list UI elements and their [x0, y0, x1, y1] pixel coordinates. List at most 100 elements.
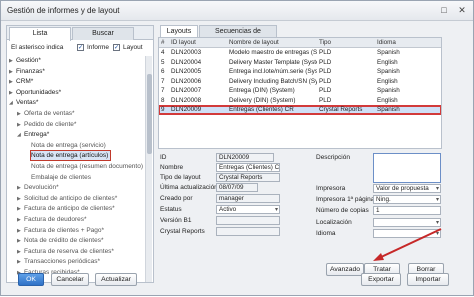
localization-dropdown[interactable] — [373, 218, 441, 227]
column-header[interactable]: # — [161, 38, 165, 48]
collapsed-arrow-icon[interactable]: ▶ — [17, 184, 24, 193]
tree-leaf-item[interactable]: Embalaje de clientes — [31, 173, 91, 182]
column-header[interactable]: Nombre de layout — [229, 38, 279, 48]
tree-folder-item[interactable]: ◢ Entrega* — [17, 130, 49, 139]
table-cell: Spanish — [377, 68, 400, 75]
tree-folder-item[interactable]: ▶ Pedido de cliente* — [17, 120, 76, 129]
tree-leaf-item[interactable]: Nota de entrega (servicio) — [31, 141, 106, 150]
tree-item-label: Gestión* — [16, 57, 41, 64]
report-tree-panel: Lista Buscar El asterisco indica ✓ Infor… — [6, 25, 154, 283]
tree-folder-item[interactable]: ▶ Factura de clientes + Pago* — [17, 226, 104, 235]
title-bar: Gestión de informes y de layout □ ✕ — [1, 1, 473, 21]
created-by-field: manager — [216, 194, 280, 203]
table-cell: Spanish — [377, 106, 400, 113]
table-row[interactable]: 5 DLN20004 Delivery Master Template (Syste… — [159, 59, 441, 67]
close-icon[interactable]: ✕ — [455, 4, 469, 17]
tab-lista[interactable]: Lista — [9, 27, 71, 41]
name-label: Nombre — [160, 164, 184, 171]
collapsed-arrow-icon[interactable]: ▶ — [17, 195, 24, 204]
tab-buscar[interactable]: Buscar — [72, 27, 134, 40]
collapsed-arrow-icon[interactable]: ▶ — [17, 110, 24, 119]
collapsed-arrow-icon[interactable]: ▶ — [17, 248, 24, 257]
collapsed-arrow-icon[interactable]: ▶ — [17, 258, 24, 267]
copies-label: Número de copias — [316, 207, 369, 214]
tree-folder-item[interactable]: ▶ Gestión* — [9, 56, 41, 65]
collapsed-arrow-icon[interactable]: ▶ — [17, 227, 24, 236]
first-page-printer-label: Impresora 1ª página — [316, 196, 375, 203]
first-page-printer-dropdown[interactable]: Ning. — [373, 195, 441, 204]
table-row[interactable]: 4 DLN20003 Modelo maestro de entregas (Sys… — [159, 49, 441, 57]
report-layout-manager-window: Gestión de informes y de layout □ ✕ List… — [0, 0, 474, 296]
tree-folder-item[interactable]: ▶ Factura de anticipo de clientes* — [17, 204, 115, 213]
language-label: Idioma — [316, 230, 336, 237]
created-by-label: Creado por — [160, 195, 193, 202]
tree-item-label: Factura de reserva de clientes* — [24, 247, 114, 255]
table-row[interactable]: 7 DLN20007 Entrega (DIN) (System) PLD Spanis… — [159, 87, 441, 95]
tree-folder-item[interactable]: ▶ Factura de deudores* — [17, 215, 87, 224]
tree-folder-item[interactable]: ◢ Ventas* — [9, 98, 38, 107]
language-dropdown[interactable] — [373, 229, 441, 238]
maximize-icon[interactable]: □ — [437, 4, 451, 17]
report-checkbox[interactable]: ✓ — [77, 44, 84, 51]
table-cell: Entregas (Clientes) CR — [229, 106, 294, 113]
table-cell: English — [377, 77, 398, 85]
table-cell: Modelo maestro de entregas (Syste — [229, 49, 317, 56]
tree-folder-item[interactable]: ▶ Finanzas* — [9, 67, 45, 76]
tree-folder-item[interactable]: ▶ Factura de reserva de clientes* — [17, 247, 114, 256]
collapsed-arrow-icon[interactable]: ▶ — [9, 78, 16, 87]
column-header[interactable]: ID layout — [171, 38, 196, 48]
layout-checkbox[interactable]: ✓ — [113, 44, 120, 51]
tree-folder-item[interactable]: ▶ Transacciones periódicas* — [17, 257, 100, 266]
table-row[interactable]: 9 DLN20009 Entregas (Clientes) CR Crystal R… — [159, 105, 441, 115]
last-update-label: Última actualización — [160, 184, 218, 191]
tree-folder-item[interactable]: ▶ Oportunidades* — [9, 88, 61, 97]
update-button[interactable]: Actualizar — [95, 273, 137, 286]
table-row[interactable]: 8 DLN20008 Delivery (DIN) (System) PLD Engli… — [159, 97, 441, 105]
tree-folder-item[interactable]: ▶ Oferta de ventas* — [17, 109, 75, 118]
collapsed-arrow-icon[interactable]: ▶ — [9, 57, 16, 66]
column-header[interactable]: Idioma — [377, 38, 396, 48]
tree-folder-item[interactable]: ▶ Nota de crédito de clientes* — [17, 236, 104, 245]
collapsed-arrow-icon[interactable]: ▶ — [17, 237, 24, 246]
name-field[interactable]: Entregas (Clientes) CR — [216, 163, 280, 172]
b1-version-label: Versión B1 — [160, 217, 192, 224]
tab-print-sequences[interactable]: Secuencias de impresión — [199, 25, 277, 46]
collapsed-arrow-icon[interactable]: ▶ — [17, 205, 24, 214]
expanded-arrow-icon[interactable]: ◢ — [17, 131, 24, 140]
expanded-arrow-icon[interactable]: ◢ — [9, 99, 16, 108]
table-cell: DLN20009 — [171, 106, 202, 113]
column-header[interactable]: Tipo — [319, 38, 331, 48]
table-cell: PLD — [319, 96, 332, 104]
import-button[interactable]: Importar — [407, 273, 449, 286]
tree-item-label: Finanzas* — [16, 67, 45, 75]
description-textarea[interactable] — [373, 153, 441, 183]
cancel-button[interactable]: Cancelar — [51, 273, 89, 286]
status-dropdown[interactable]: Activo — [216, 205, 280, 214]
table-cell: Entrega (DIN) (System) — [229, 87, 295, 94]
table-row[interactable]: 7 DLN20006 Delivery Including Batch/SN (Sy… — [159, 78, 441, 86]
table-cell: 7 — [161, 87, 165, 94]
tree-scrollbar[interactable] — [145, 56, 152, 282]
collapsed-arrow-icon[interactable]: ▶ — [17, 121, 24, 130]
table-cell: Delivery Including Batch/SN (System — [229, 77, 317, 85]
tree-item-label: Embalaje de clientes — [31, 173, 91, 181]
tree-folder-item[interactable]: ▶ Devolución* — [17, 183, 59, 192]
table-cell: PLD — [319, 77, 332, 85]
table-row[interactable]: 6 DLN20005 Entrega incl.lote/núm.serie (Sy… — [159, 68, 441, 76]
collapsed-arrow-icon[interactable]: ▶ — [9, 89, 16, 98]
copies-field[interactable]: 1 — [373, 206, 441, 215]
collapsed-arrow-icon[interactable]: ▶ — [9, 68, 16, 77]
layout-type-label: Tipo de layout — [160, 174, 201, 181]
tree-folder-item[interactable]: ▶ Solicitud de anticipo de clientes* — [17, 194, 117, 203]
tree-item-label: Nota de crédito de clientes* — [24, 237, 104, 245]
tree-leaf-item[interactable]: Nota de entrega (artículos) — [29, 150, 112, 162]
tree-folder-item[interactable]: ▶ CRM* — [9, 77, 33, 86]
advanced-button[interactable]: Avanzado — [326, 263, 364, 276]
scrollbar-thumb[interactable] — [147, 74, 152, 154]
ok-button[interactable]: OK — [18, 273, 44, 286]
layouts-table: # ID layout Nombre de layout Tipo Idioma 4 DLN… — [158, 37, 442, 149]
printer-dropdown[interactable]: Valor de propuesta — [373, 184, 441, 193]
export-button[interactable]: Exportar — [361, 273, 401, 286]
collapsed-arrow-icon[interactable]: ▶ — [17, 216, 24, 225]
tree-leaf-item[interactable]: Nota de entrega (resumen documento) — [31, 162, 143, 171]
